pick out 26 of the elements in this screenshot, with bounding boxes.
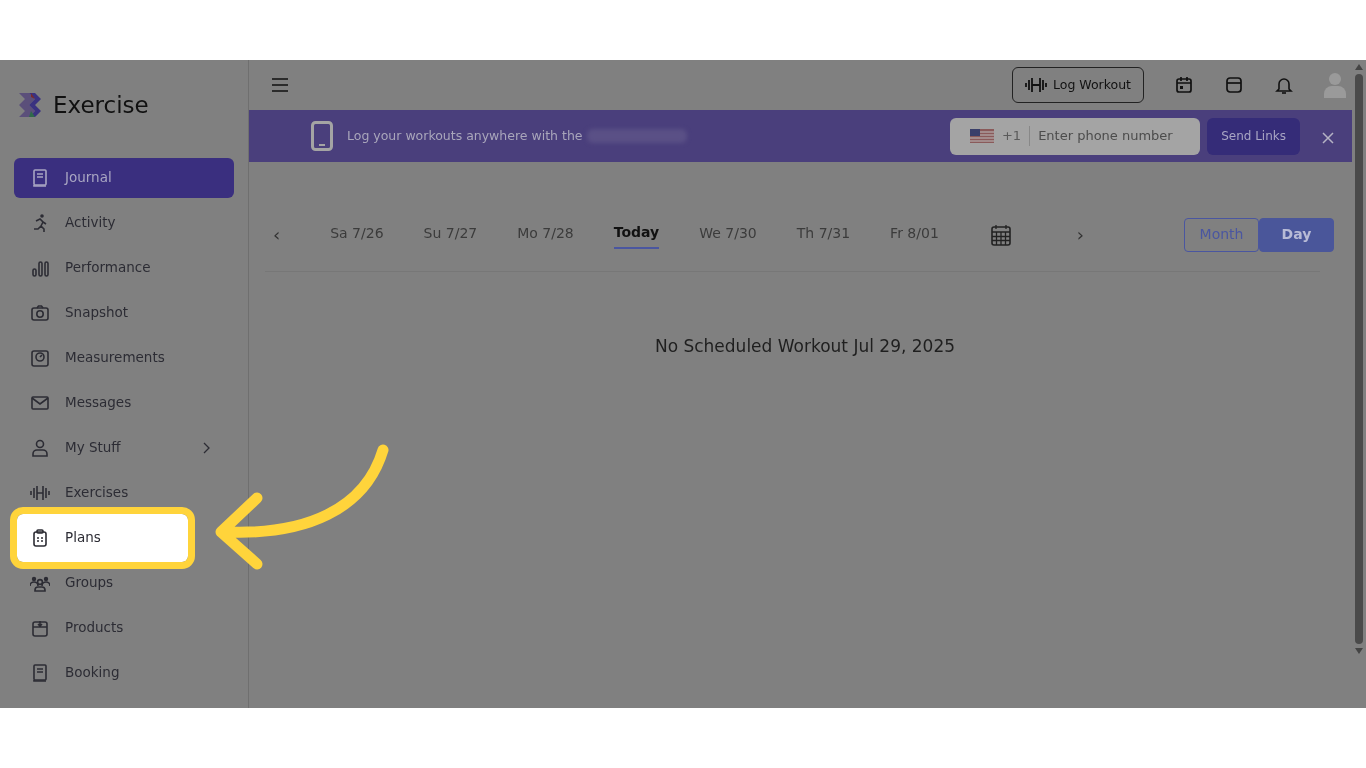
app-name: Exercise — [53, 91, 149, 120]
sidebar-item[interactable]: Activity — [14, 202, 234, 243]
day-tab[interactable]: Today — [613, 220, 660, 249]
view-toggle-button[interactable]: Day — [1259, 217, 1334, 252]
empty-schedule-message: No Scheduled Workout Jul 29, 2025 — [653, 335, 957, 358]
day-tab[interactable]: We 7/30 — [699, 221, 757, 248]
sidebar-item[interactable]: Snapshot — [14, 292, 234, 333]
sidebar-item[interactable]: My Stuff — [14, 427, 234, 468]
sidebar-item[interactable]: Groups — [14, 562, 234, 603]
sidebar-item[interactable]: Measurements — [14, 337, 234, 378]
promo-text: Log your workouts anywhere with the — [347, 126, 583, 145]
day-tab[interactable]: Mo 7/28 — [517, 221, 574, 248]
day-tab[interactable]: Sa 7/26 — [330, 221, 384, 248]
day-tab[interactable]: Su 7/27 — [423, 221, 478, 248]
log-workout-button[interactable]: Log Workout — [1012, 67, 1144, 103]
phone-number-input[interactable]: Enter phone number — [1038, 126, 1189, 146]
send-links-button[interactable]: Send Links — [1207, 117, 1300, 155]
sidebar-item[interactable]: Exercises — [14, 472, 234, 513]
day-tab[interactable]: Fr 8/01 — [890, 221, 939, 248]
sidebar-item[interactable]: Performance — [14, 247, 234, 288]
day-tab[interactable]: Th 7/31 — [796, 221, 851, 248]
sidebar-item[interactable]: Products — [14, 607, 234, 648]
sidebar-item[interactable]: Journal — [14, 157, 234, 198]
phone-number-field[interactable]: +1 Enter phone number — [949, 117, 1201, 155]
sidebar-item[interactable]: Booking — [14, 652, 234, 693]
sidebar-item[interactable]: Messages — [14, 382, 234, 423]
